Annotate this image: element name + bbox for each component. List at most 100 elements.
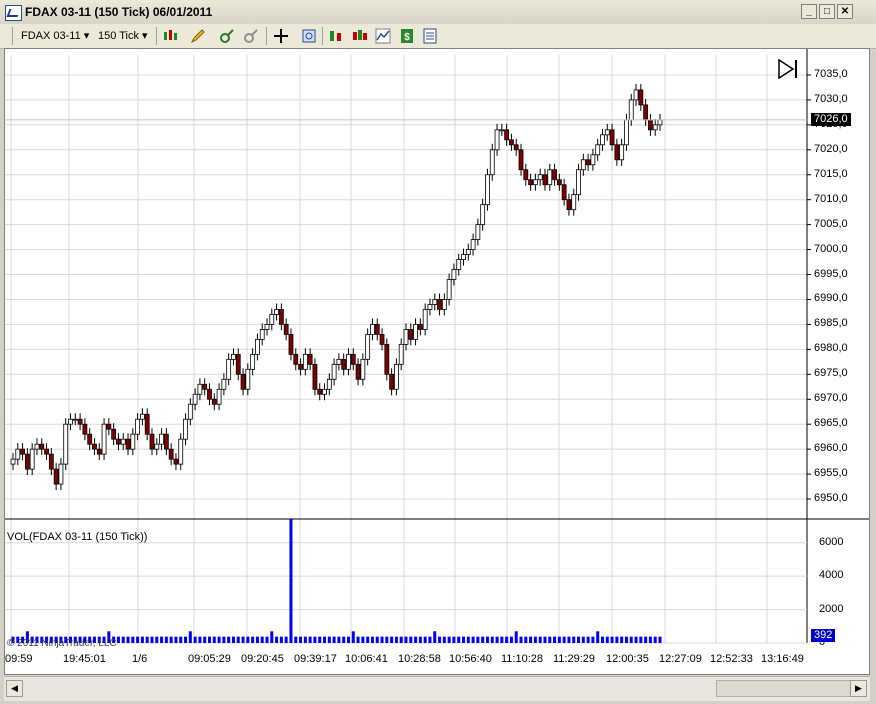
volume-bar: [490, 636, 494, 643]
candle-body: [240, 373, 246, 390]
time-tick-label: 19:45:01: [63, 653, 106, 665]
candle-body: [389, 373, 395, 390]
candle-body: [648, 119, 653, 131]
instrument-selector[interactable]: FDAX 03-11 ▾: [21, 29, 89, 42]
volume-bar: [586, 636, 590, 643]
candle-body: [336, 358, 342, 365]
candle-body: [92, 443, 97, 450]
chart-canvas[interactable]: [5, 49, 869, 674]
volume-bar: [390, 636, 394, 643]
price-tick-label: 6990,0: [814, 292, 848, 305]
candle-body: [561, 184, 567, 201]
line-chart-icon[interactable]: [375, 28, 391, 44]
scroll-right-button[interactable]: ▶: [850, 680, 867, 697]
candle-body: [542, 174, 548, 186]
candle-body: [135, 418, 141, 435]
candle-body: [15, 448, 21, 460]
crosshair-icon[interactable]: [273, 28, 289, 44]
volume-bar: [394, 636, 398, 643]
volume-bar: [409, 636, 413, 643]
candle-body: [355, 363, 361, 380]
maximize-button[interactable]: □: [819, 4, 835, 19]
volume-bar: [370, 636, 374, 643]
scroll-left-button[interactable]: ◀: [6, 680, 23, 697]
data-box-icon[interactable]: [301, 28, 317, 44]
volume-bar: [318, 636, 322, 643]
volume-bar: [246, 636, 250, 643]
candle-body: [513, 144, 519, 151]
candle-body: [278, 309, 284, 325]
candle-body: [269, 314, 275, 325]
candle-body: [638, 89, 644, 106]
volume-tick-label: 4000: [819, 569, 844, 582]
volume-bar: [452, 636, 456, 643]
volume-bar: [289, 519, 293, 643]
volume-bar: [294, 636, 298, 643]
candle-body: [633, 89, 639, 101]
candle-body: [532, 179, 538, 186]
time-tick-label: 12:52:33: [710, 653, 753, 665]
volume-bar: [270, 631, 274, 643]
candle-body: [307, 353, 313, 365]
candle-body: [202, 383, 208, 390]
volume-bar: [553, 636, 557, 643]
price-tick-label: 6965,0: [814, 417, 848, 430]
volume-bar: [615, 636, 619, 643]
candle-body: [106, 423, 112, 430]
candlestick-style-icon[interactable]: [162, 28, 178, 44]
candle-body: [652, 124, 658, 131]
strategies-icon[interactable]: [352, 28, 368, 44]
candle-body: [480, 204, 486, 226]
volume-bar: [519, 636, 523, 643]
candle-body: [24, 453, 30, 470]
candle-body: [432, 299, 438, 305]
volume-bar: [457, 636, 461, 643]
close-button[interactable]: ✕: [837, 4, 853, 19]
zoom-in-icon[interactable]: [219, 28, 235, 44]
candle-body: [39, 443, 45, 450]
horizontal-scrollbar[interactable]: ◀ ▶: [4, 676, 870, 701]
candle-body: [427, 304, 433, 310]
zoom-out-icon[interactable]: [243, 28, 259, 44]
price-tick-label: 6995,0: [814, 267, 848, 280]
candle-body: [451, 269, 457, 280]
volume-bar: [131, 636, 135, 643]
volume-bar: [227, 636, 231, 643]
minimize-button[interactable]: _: [801, 4, 817, 19]
candle-body: [600, 134, 605, 146]
volume-bar: [260, 636, 264, 643]
price-tick-label: 6955,0: [814, 467, 848, 480]
dollar-icon[interactable]: $: [399, 28, 415, 44]
volume-bar: [160, 636, 164, 643]
candle-body: [417, 324, 423, 330]
volume-bar: [543, 636, 547, 643]
volume-bar: [116, 636, 120, 643]
time-tick-label: 1/6: [132, 653, 148, 665]
interval-selector[interactable]: 150 Tick ▾: [98, 29, 148, 42]
candle-body: [159, 433, 164, 445]
volume-bar: [624, 636, 628, 643]
candle-body: [619, 144, 625, 161]
last-volume-value: 392: [814, 629, 833, 642]
volume-bar: [385, 636, 389, 643]
indicators-icon[interactable]: [328, 28, 344, 44]
price-tick-label: 6975,0: [814, 367, 848, 380]
price-tick-label: 7030,0: [814, 92, 848, 105]
volume-bar: [184, 636, 188, 643]
toolbar-separator: [156, 27, 157, 45]
price-tick-label: 6980,0: [814, 342, 848, 355]
volume-bar: [126, 636, 130, 643]
pencil-draw-icon[interactable]: [190, 28, 206, 44]
volume-bar: [255, 636, 259, 643]
volume-bar: [332, 636, 336, 643]
chart-panel[interactable]: VOL(FDAX 03-11 (150 Tick)) © 2011 NinjaT…: [4, 48, 870, 675]
properties-icon[interactable]: [422, 28, 438, 44]
scroll-thumb[interactable]: [716, 680, 856, 697]
volume-bar: [442, 636, 446, 643]
volume-bar: [380, 636, 384, 643]
volume-bar: [231, 636, 235, 643]
candle-body: [614, 144, 620, 161]
candle-body: [585, 159, 591, 166]
candle-body: [494, 129, 500, 151]
time-tick-label: 10:06:41: [345, 653, 388, 665]
